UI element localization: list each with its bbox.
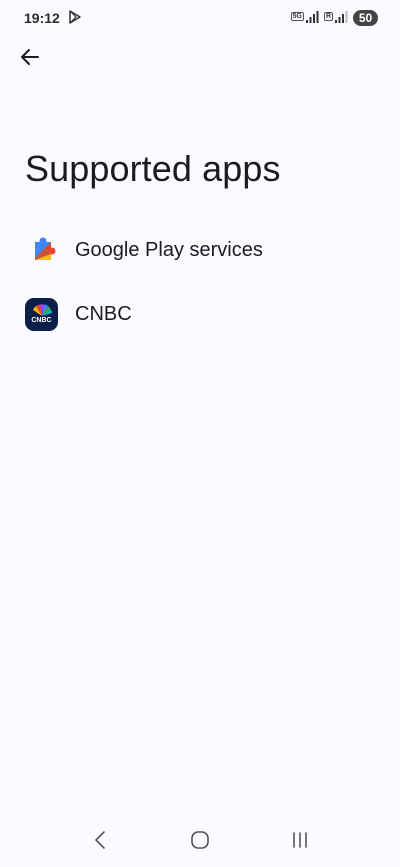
signal-group-1: 5G	[290, 10, 319, 27]
peacock-icon	[32, 303, 52, 316]
status-bar: 19:12 5G R 50	[0, 0, 400, 36]
signal-icon	[305, 10, 319, 27]
app-label: Google Play services	[75, 238, 263, 261]
nav-recents-button[interactable]	[280, 822, 320, 862]
navigation-bar	[0, 817, 400, 867]
list-item-cnbc[interactable]: CNBC CNBC	[0, 282, 400, 346]
google-play-services-icon	[25, 234, 58, 267]
cnbc-icon: CNBC	[25, 297, 58, 331]
play-store-icon	[68, 9, 82, 27]
signal-group-2: R	[323, 10, 348, 27]
nav-home-button[interactable]	[180, 822, 220, 862]
arrow-left-icon	[20, 47, 40, 72]
nav-recents-icon	[291, 831, 309, 854]
nav-back-button[interactable]	[80, 822, 120, 862]
signal-icon	[334, 10, 348, 27]
app-label: CNBC	[75, 302, 132, 325]
supported-apps-list: Google Play services CNBC CNBC	[0, 218, 400, 346]
back-button[interactable]	[12, 42, 48, 76]
cnbc-logo: CNBC	[25, 297, 58, 331]
list-item-google-play-services[interactable]: Google Play services	[0, 218, 400, 282]
status-left: 19:12	[24, 9, 82, 27]
network-tag-2: R	[323, 11, 333, 21]
network-tag-1: 5G	[290, 11, 304, 21]
battery-icon: 50	[353, 10, 378, 26]
cnbc-icon-text: CNBC	[31, 316, 52, 324]
nav-back-icon	[93, 830, 107, 855]
nav-home-icon	[190, 830, 210, 855]
page-title: Supported apps	[25, 148, 281, 189]
status-time: 19:12	[24, 10, 60, 26]
status-right: 5G R 50	[290, 10, 378, 27]
